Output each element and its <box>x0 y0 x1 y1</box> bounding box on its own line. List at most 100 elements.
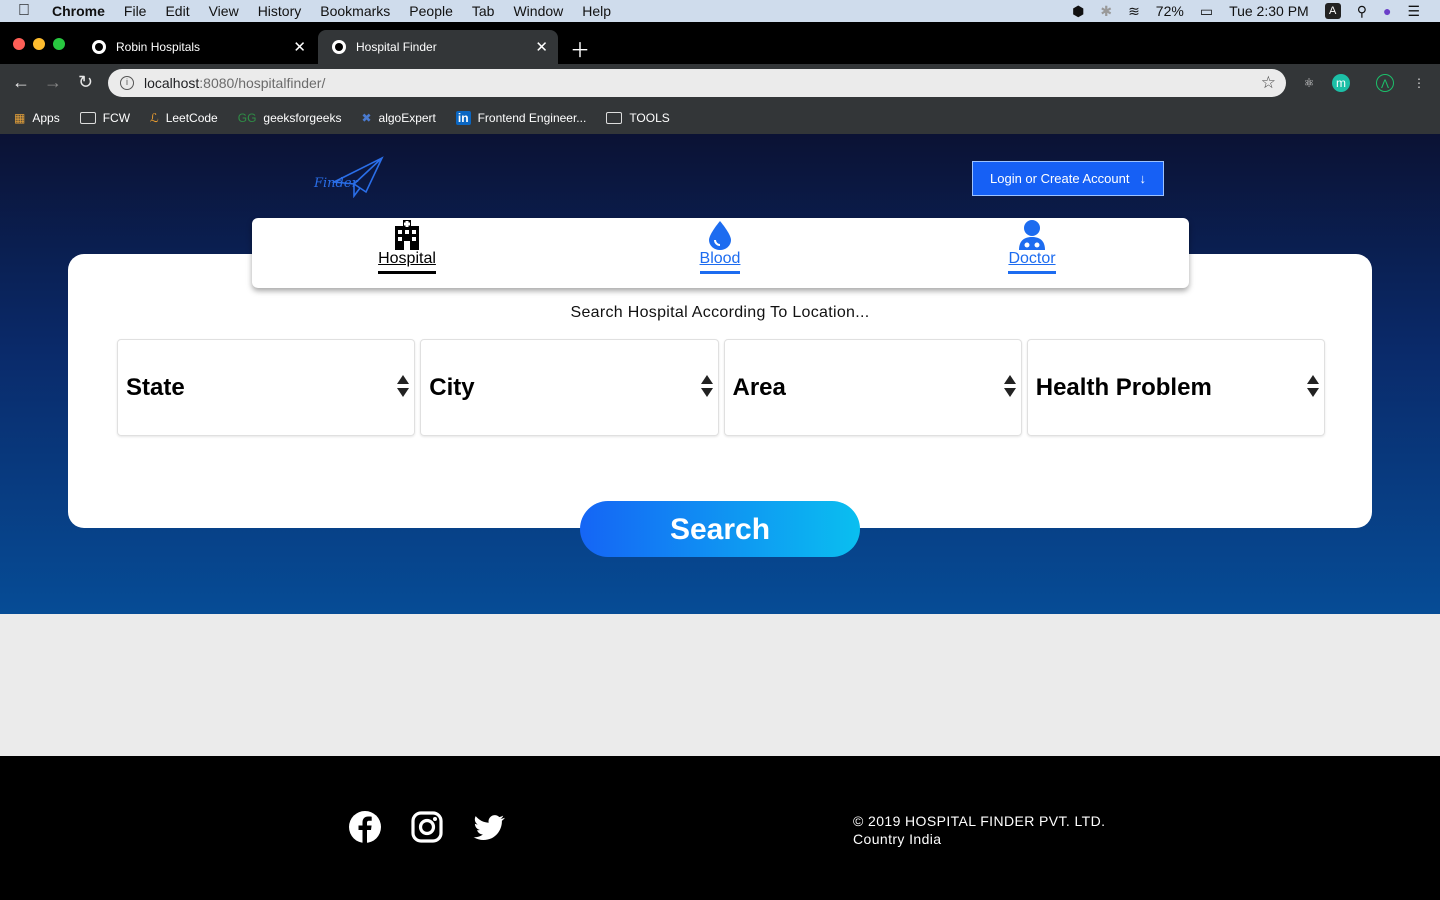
tab-label: Doctor <box>1008 250 1056 274</box>
linkedin-icon: in <box>455 110 471 125</box>
menu-tab[interactable]: Tab <box>472 3 495 19</box>
menu-view[interactable]: View <box>209 3 239 19</box>
tab-title: Hospital Finder <box>356 40 437 54</box>
window-minimize-button[interactable] <box>33 38 45 50</box>
arrow-down-icon: ↓ <box>1139 171 1146 186</box>
login-or-create-account-button[interactable]: Login or Create Account ↓ <box>972 161 1164 196</box>
apple-menu-icon[interactable]:  <box>18 2 38 20</box>
select-arrows-icon <box>397 375 410 397</box>
copyright-text: © 2019 HOSPITAL FINDER PVT. LTD. Country… <box>853 812 1105 848</box>
bookmark-label: FCW <box>102 110 131 125</box>
bookmark-fcw[interactable]: FCW <box>79 110 131 125</box>
siri-icon[interactable]: ● <box>1383 3 1391 19</box>
battery-icon[interactable]: ▭ <box>1200 3 1213 20</box>
bookmark-apps[interactable]: ▦ Apps <box>14 111 60 125</box>
wifi-icon[interactable]: ≋ <box>1128 3 1140 20</box>
tab-doctor[interactable]: Doctor <box>982 218 1082 274</box>
leetcode-icon: ℒ <box>150 110 159 125</box>
search-filters: State City Area Health Problem <box>117 339 1325 436</box>
window-close-button[interactable] <box>13 38 25 50</box>
finder-logo[interactable]: Finder <box>314 156 384 199</box>
select-arrows-icon <box>700 375 713 397</box>
country-line: Country India <box>853 831 942 847</box>
menu-app-name[interactable]: Chrome <box>52 3 105 19</box>
health-problem-select[interactable]: Health Problem <box>1026 339 1325 436</box>
tab-hospital[interactable]: Hospital <box>357 218 457 274</box>
bookmark-leetcode[interactable]: ℒ LeetCode <box>150 111 218 125</box>
extension-a-icon[interactable]: Λ <box>1376 74 1394 92</box>
menu-bookmarks[interactable]: Bookmarks <box>320 3 390 19</box>
forward-arrow-icon[interactable]: → <box>44 72 62 93</box>
web-page: Finder Login or Create Account ↓ Hospita… <box>0 134 1440 900</box>
tab-blood[interactable]: Blood <box>670 218 770 274</box>
url-path: :8080/hospitalfinder/ <box>199 75 326 91</box>
apps-grid-icon: ▦ <box>14 110 26 125</box>
bookmark-star-icon[interactable]: ☆ <box>1261 73 1276 93</box>
clock[interactable]: Tue 2:30 PM <box>1229 3 1309 19</box>
login-label: Login or Create Account <box>990 171 1130 186</box>
select-value: Health Problem <box>1035 373 1212 401</box>
input-source-icon[interactable]: A <box>1324 3 1341 19</box>
globe-icon <box>332 40 346 54</box>
bookmark-label: Frontend Engineer... <box>477 110 587 125</box>
address-bar[interactable]: i localhost:8080/hospitalfinder/ ☆ <box>108 69 1286 97</box>
copyright-line: © 2019 HOSPITAL FINDER PVT. LTD. <box>853 813 1106 829</box>
finder-tabs: Hospital Blood Doctor <box>252 218 1189 288</box>
folder-icon <box>79 111 96 124</box>
hospital-building-icon <box>357 218 457 250</box>
select-value: State <box>126 373 185 401</box>
bluetooth-icon[interactable]: ✱ <box>1100 3 1112 20</box>
browser-toolbar: ← → ↻ i localhost:8080/hospitalfinder/ ☆… <box>0 64 1440 101</box>
bookmark-tools[interactable]: TOOLS <box>606 110 670 125</box>
bookmark-label: TOOLS <box>629 110 670 125</box>
folder-icon <box>606 111 623 124</box>
bookmark-label: LeetCode <box>165 110 218 125</box>
state-select[interactable]: State <box>117 339 416 436</box>
bookmark-algoexpert[interactable]: ✖ algoExpert <box>361 111 435 125</box>
select-value: City <box>429 373 475 401</box>
status-app-icon[interactable]: ⬢ <box>1072 3 1084 20</box>
spotlight-search-icon[interactable]: ⚲ <box>1357 3 1367 20</box>
geeksforgeeks-icon: GG <box>237 110 257 125</box>
notification-center-icon[interactable]: ☰ <box>1407 3 1420 20</box>
react-devtools-icon[interactable]: ⚛ <box>1300 74 1318 92</box>
reload-icon[interactable]: ↻ <box>78 72 93 93</box>
bookmarks-bar: ▦ Apps FCW ℒ LeetCode GG geeksforgeeks ✖… <box>0 101 1440 134</box>
bookmark-label: geeksforgeeks <box>263 110 342 125</box>
instagram-icon[interactable] <box>410 810 444 844</box>
select-arrows-icon <box>1307 375 1319 397</box>
menu-people[interactable]: People <box>409 3 453 19</box>
twitter-icon[interactable] <box>472 810 506 844</box>
site-info-icon[interactable]: i <box>120 76 134 90</box>
menu-edit[interactable]: Edit <box>165 3 189 19</box>
doctor-icon <box>982 218 1082 250</box>
chrome-menu-icon[interactable]: ⋮ <box>1410 74 1428 92</box>
bookmark-geeksforgeeks[interactable]: GG geeksforgeeks <box>238 111 342 125</box>
menu-window[interactable]: Window <box>513 3 563 19</box>
blood-drop-icon <box>670 218 770 250</box>
facebook-icon[interactable] <box>348 810 382 844</box>
back-arrow-icon[interactable]: ← <box>12 72 30 93</box>
tab-label: Blood <box>699 250 741 274</box>
search-heading: Search Hospital According To Location... <box>570 304 870 321</box>
footer: © 2019 HOSPITAL FINDER PVT. LTD. Country… <box>0 756 1440 900</box>
select-arrows-icon <box>1003 375 1016 397</box>
browser-tab-hospital-finder[interactable]: Hospital Finder ✕ <box>318 30 558 64</box>
extension-m-icon[interactable]: m <box>1332 74 1350 92</box>
browser-tab-robin-hospitals[interactable]: Robin Hospitals ✕ <box>78 30 316 64</box>
battery-percent[interactable]: 72% <box>1156 3 1184 19</box>
bookmark-frontend-engineer[interactable]: in Frontend Engineer... <box>455 110 587 125</box>
algoexpert-icon: ✖ <box>361 110 372 125</box>
tab-close-icon[interactable]: ✕ <box>535 38 548 56</box>
window-zoom-button[interactable] <box>53 38 65 50</box>
area-select[interactable]: Area <box>723 339 1022 436</box>
macos-menubar:  Chrome File Edit View History Bookmark… <box>0 0 1440 22</box>
menu-history[interactable]: History <box>258 3 302 19</box>
menu-file[interactable]: File <box>124 3 147 19</box>
new-tab-button[interactable]: ＋ <box>570 34 590 63</box>
tab-close-icon[interactable]: ✕ <box>293 38 306 56</box>
city-select[interactable]: City <box>420 339 719 436</box>
bookmark-label: algoExpert <box>378 110 436 125</box>
search-button[interactable]: Search <box>580 501 860 557</box>
menu-help[interactable]: Help <box>582 3 611 19</box>
